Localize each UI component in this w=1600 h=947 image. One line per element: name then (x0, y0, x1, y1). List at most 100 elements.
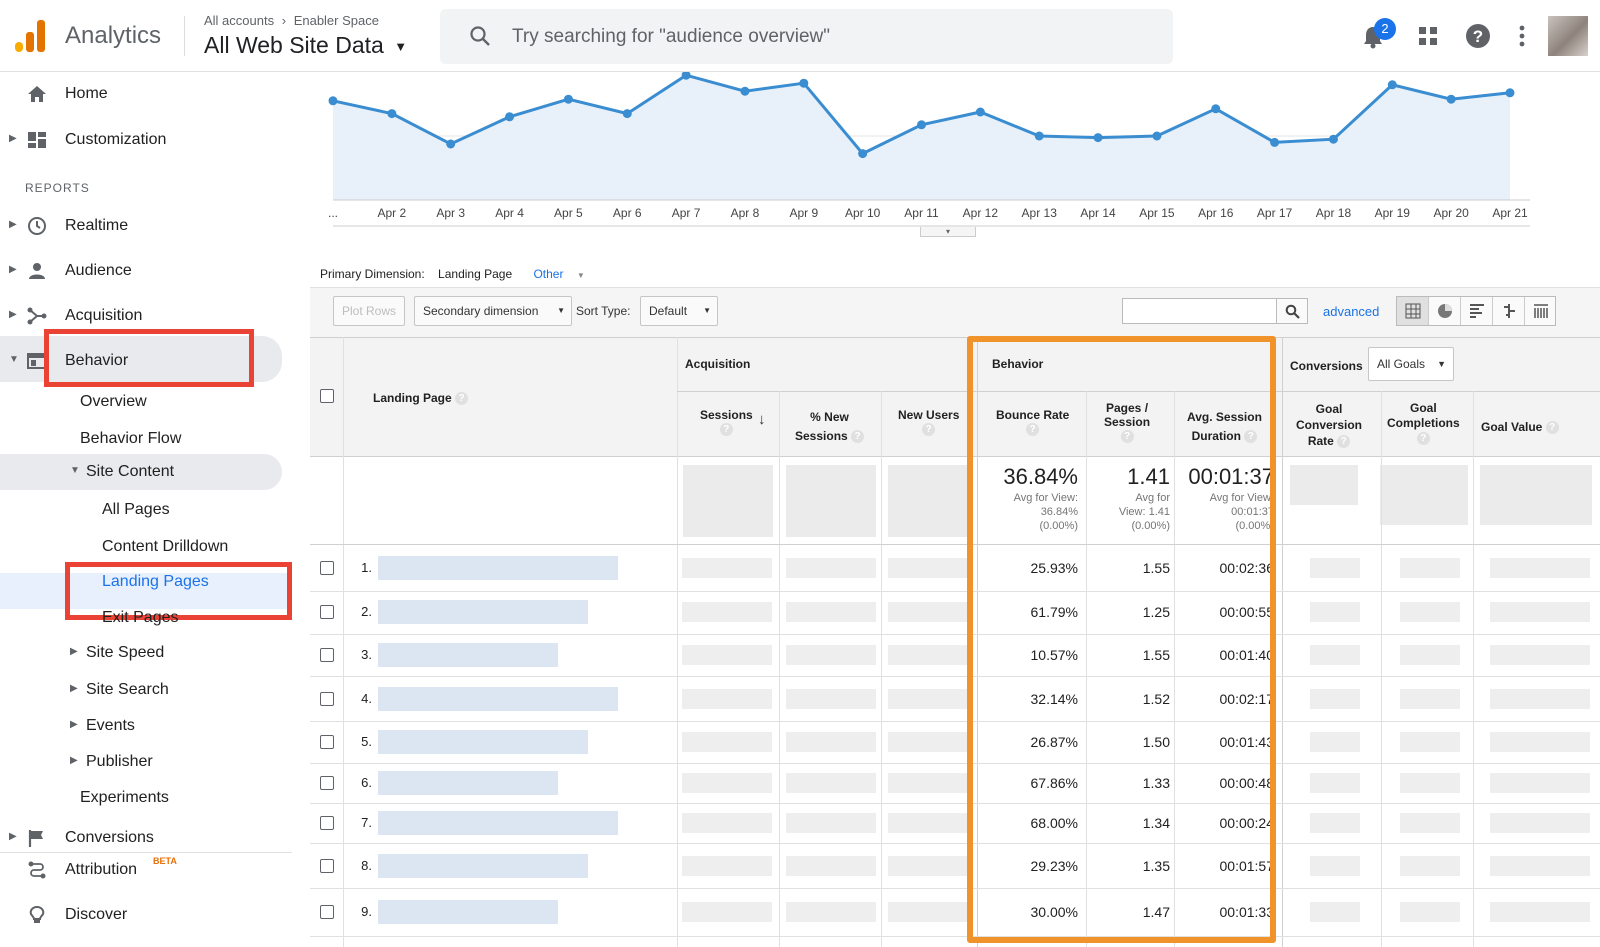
chart-resize-handle[interactable]: ▾ (920, 227, 976, 237)
help-icon[interactable]: ? (851, 430, 865, 444)
view-selector[interactable]: All Web Site Data ▼ (204, 32, 407, 59)
sidebar-item-attribution[interactable]: Attribution BETA (0, 852, 282, 888)
sessions-header[interactable]: Sessions? (700, 408, 753, 437)
landing-page-link[interactable] (378, 730, 588, 754)
sidebar-item-discover[interactable]: Discover (0, 897, 282, 933)
beta-badge: BETA (153, 856, 177, 866)
blurred-value (888, 558, 973, 578)
sidebar-item-all-pages[interactable]: All Pages (0, 492, 282, 528)
row-checkbox[interactable] (320, 691, 334, 706)
sidebar-item-behavior-flow[interactable]: Behavior Flow (0, 421, 282, 457)
reports-section-title: REPORTS (25, 181, 90, 195)
help-icon[interactable]: ? (922, 423, 936, 437)
landing-page-link[interactable] (378, 600, 588, 624)
chart-x-tick-label: Apr 11 (904, 206, 939, 220)
select-all-checkbox[interactable] (320, 389, 334, 403)
goal-conversion-rate-header[interactable]: Goal Conversion Rate ? (1296, 401, 1362, 449)
account-breadcrumb[interactable]: All accounts › Enabler Space (204, 13, 379, 28)
sidebar-item-site-speed[interactable]: ▶ Site Speed (0, 635, 282, 671)
sidebar-item-content-drilldown[interactable]: Content Drilldown (0, 529, 282, 565)
sidebar-item-events[interactable]: ▶ Events (0, 708, 282, 744)
goals-select[interactable]: All Goals ▼ (1368, 347, 1454, 381)
landing-page-header[interactable]: Landing Page ? (373, 391, 469, 406)
goal-completions-header[interactable]: Goal Completions? (1387, 401, 1460, 446)
advanced-filter-link[interactable]: advanced (1323, 304, 1379, 319)
account-name: Enabler Space (293, 13, 379, 28)
sidebar-item-label: Site Content (86, 463, 175, 480)
sidebar-item-label: Site Speed (86, 644, 165, 661)
goal-conv-label-1: Goal (1315, 402, 1343, 416)
sidebar-item-home[interactable]: Home (0, 76, 282, 112)
chart-x-tick-label: Apr 3 (436, 206, 465, 220)
landing-page-link[interactable] (378, 811, 618, 835)
row-checkbox[interactable] (320, 648, 334, 662)
goal-value-header[interactable]: Goal Value ? (1481, 420, 1559, 435)
help-icon[interactable]: ? (455, 392, 469, 406)
help-icon[interactable]: ? (1465, 23, 1491, 49)
help-icon[interactable]: ? (1545, 421, 1559, 435)
blurred-value (682, 558, 772, 578)
landing-page-link[interactable] (378, 853, 588, 878)
more-vert-icon[interactable] (1518, 24, 1526, 48)
sidebar-item-overview[interactable]: Overview (0, 384, 282, 420)
search-bar[interactable]: Try searching for "audience overview" (440, 9, 1173, 64)
sidebar-item-publisher[interactable]: ▶ Publisher (0, 744, 282, 780)
row-checkbox[interactable] (320, 561, 334, 575)
other-dimension-link[interactable]: Other ▼ (533, 267, 594, 281)
sort-descending-arrow-icon[interactable]: ↓ (758, 411, 766, 428)
app-name: Analytics (65, 22, 162, 49)
avatar[interactable] (1548, 16, 1588, 56)
landing-page-link[interactable] (378, 686, 618, 711)
plot-rows-button[interactable]: Plot Rows (333, 296, 406, 326)
comparison-view-icon[interactable] (1493, 297, 1525, 325)
table-filter-input[interactable] (1122, 298, 1278, 324)
chart-point (563, 94, 573, 104)
row-divider (310, 936, 1600, 937)
row-checkbox[interactable] (320, 776, 334, 790)
blurred-value (1400, 855, 1460, 876)
secondary-dimension-select[interactable]: Secondary dimension ▼ (414, 296, 572, 326)
primary-dimension-value[interactable]: Landing Page (438, 267, 512, 281)
performance-view-icon[interactable] (1461, 297, 1493, 325)
sidebar-item-site-search[interactable]: ▶ Site Search (0, 672, 282, 708)
secondary-dimension-label: Secondary dimension (423, 304, 539, 318)
filter-search-button[interactable] (1276, 298, 1308, 324)
new-users-header[interactable]: New Users? (898, 408, 959, 437)
row-divider (310, 634, 1600, 635)
help-icon[interactable]: ? (1337, 435, 1351, 449)
sidebar-item-site-content[interactable]: ▼ Site Content (0, 454, 282, 490)
search-icon (1285, 304, 1300, 319)
sidebar-item-exit-pages[interactable]: Exit Pages (0, 600, 282, 636)
table-view-icon[interactable] (1397, 297, 1429, 325)
caret-right-icon: ▶ (70, 755, 78, 766)
sidebar-item-realtime[interactable]: ▶ Realtime (0, 208, 282, 244)
attribution-icon (28, 861, 46, 879)
pct-new-sessions-header[interactable]: % New Sessions ? (795, 408, 865, 446)
sidebar-item-experiments[interactable]: Experiments (0, 780, 282, 816)
help-icon[interactable]: ? (719, 423, 733, 437)
analytics-logo-icon[interactable] (15, 20, 47, 52)
landing-page-link[interactable] (378, 643, 558, 667)
row-checkbox[interactable] (320, 735, 334, 749)
apps-grid-icon[interactable] (1418, 26, 1438, 46)
sidebar-item-conversions[interactable]: ▶ Conversions (0, 820, 282, 856)
landing-page-link[interactable] (378, 556, 618, 580)
blurred-value (1310, 602, 1360, 622)
chart-point (446, 139, 456, 149)
row-checkbox[interactable] (320, 905, 334, 919)
row-checkbox[interactable] (320, 858, 334, 873)
pie-view-icon[interactable] (1429, 297, 1461, 325)
blurred-value (786, 773, 876, 793)
row-checkbox[interactable] (320, 605, 334, 619)
help-icon[interactable]: ? (1416, 432, 1430, 446)
header-divider (184, 16, 185, 56)
blurred-value (682, 773, 772, 793)
sidebar-item-customization[interactable]: ▶ Customization (0, 122, 282, 158)
sidebar-item-audience[interactable]: ▶ Audience (0, 253, 282, 289)
pivot-view-icon[interactable] (1525, 297, 1557, 325)
landing-page-link[interactable] (378, 900, 558, 924)
row-checkbox[interactable] (320, 816, 334, 830)
landing-page-link[interactable] (378, 771, 558, 795)
sort-type-select[interactable]: Default ▼ (640, 296, 718, 326)
chart-x-tick-label: Apr 20 (1433, 206, 1469, 220)
